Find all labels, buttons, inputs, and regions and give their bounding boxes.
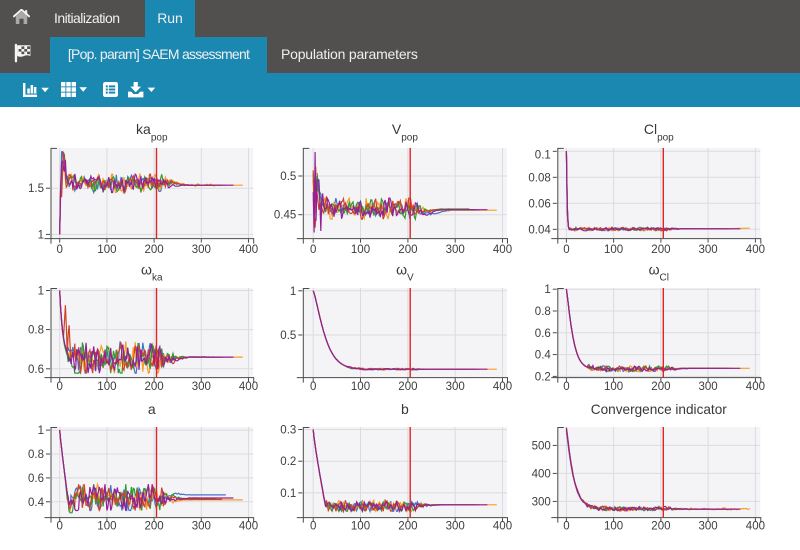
svg-text:400: 400 bbox=[493, 381, 512, 393]
svg-text:200: 200 bbox=[398, 244, 417, 256]
svg-text:0.06: 0.06 bbox=[528, 198, 550, 210]
svg-text:200: 200 bbox=[398, 521, 417, 533]
svg-text:0.8: 0.8 bbox=[28, 325, 44, 337]
svg-text:a: a bbox=[148, 401, 156, 417]
svg-text:400: 400 bbox=[239, 381, 258, 393]
svg-text:0.1: 0.1 bbox=[280, 488, 296, 500]
svg-text:0: 0 bbox=[310, 381, 316, 393]
svg-text:300: 300 bbox=[532, 496, 551, 508]
svg-text:0: 0 bbox=[310, 244, 316, 256]
svg-text:1: 1 bbox=[38, 229, 44, 241]
svg-text:400: 400 bbox=[746, 244, 765, 256]
svg-text:ωCl: ωCl bbox=[649, 261, 669, 283]
svg-text:0: 0 bbox=[310, 521, 316, 533]
svg-text:Clpop: Clpop bbox=[644, 121, 674, 143]
svg-text:100: 100 bbox=[97, 381, 116, 393]
svg-text:1: 1 bbox=[38, 286, 44, 298]
svg-text:400: 400 bbox=[746, 521, 765, 533]
svg-text:0: 0 bbox=[56, 521, 62, 533]
svg-text:1.5: 1.5 bbox=[28, 183, 44, 195]
svg-text:400: 400 bbox=[239, 521, 258, 533]
svg-text:0.3: 0.3 bbox=[280, 425, 296, 437]
svg-text:0.6: 0.6 bbox=[535, 328, 551, 340]
svg-text:0.6: 0.6 bbox=[28, 473, 44, 485]
svg-text:0: 0 bbox=[563, 521, 569, 533]
svg-text:200: 200 bbox=[145, 244, 164, 256]
svg-text:0.2: 0.2 bbox=[280, 456, 296, 468]
svg-text:0: 0 bbox=[56, 244, 62, 256]
svg-text:300: 300 bbox=[699, 521, 718, 533]
svg-text:300: 300 bbox=[192, 244, 211, 256]
svg-text:0.08: 0.08 bbox=[528, 172, 550, 184]
svg-text:100: 100 bbox=[97, 521, 116, 533]
svg-text:1: 1 bbox=[544, 284, 550, 296]
svg-text:0.8: 0.8 bbox=[535, 306, 551, 318]
svg-text:0.1: 0.1 bbox=[535, 149, 551, 161]
svg-text:300: 300 bbox=[699, 381, 718, 393]
svg-text:400: 400 bbox=[532, 468, 551, 480]
svg-text:200: 200 bbox=[651, 244, 670, 256]
svg-text:100: 100 bbox=[351, 381, 370, 393]
svg-text:300: 300 bbox=[446, 381, 465, 393]
svg-text:200: 200 bbox=[145, 381, 164, 393]
svg-text:400: 400 bbox=[493, 244, 512, 256]
svg-text:kapop: kapop bbox=[136, 121, 168, 143]
svg-text:1: 1 bbox=[290, 286, 296, 298]
svg-text:ωV: ωV bbox=[396, 261, 414, 283]
svg-text:100: 100 bbox=[351, 521, 370, 533]
svg-text:400: 400 bbox=[493, 521, 512, 533]
svg-text:200: 200 bbox=[145, 521, 164, 533]
svg-text:b: b bbox=[401, 401, 409, 417]
svg-text:0: 0 bbox=[563, 244, 569, 256]
svg-text:400: 400 bbox=[746, 381, 765, 393]
svg-text:100: 100 bbox=[351, 244, 370, 256]
svg-text:0.45: 0.45 bbox=[274, 210, 296, 222]
svg-text:500: 500 bbox=[532, 440, 551, 452]
svg-text:300: 300 bbox=[446, 244, 465, 256]
svg-text:0: 0 bbox=[56, 381, 62, 393]
svg-text:300: 300 bbox=[446, 521, 465, 533]
svg-text:0.4: 0.4 bbox=[28, 497, 45, 509]
svg-text:200: 200 bbox=[398, 381, 417, 393]
svg-text:1: 1 bbox=[38, 425, 44, 437]
svg-text:0: 0 bbox=[563, 381, 569, 393]
svg-text:300: 300 bbox=[192, 381, 211, 393]
svg-text:0.4: 0.4 bbox=[535, 350, 552, 362]
svg-text:0.6: 0.6 bbox=[28, 364, 44, 376]
svg-text:200: 200 bbox=[651, 521, 670, 533]
svg-text:100: 100 bbox=[604, 521, 623, 533]
svg-text:Vpop: Vpop bbox=[392, 121, 418, 143]
svg-text:300: 300 bbox=[192, 521, 211, 533]
svg-text:0.5: 0.5 bbox=[280, 330, 296, 342]
svg-text:100: 100 bbox=[604, 381, 623, 393]
svg-text:100: 100 bbox=[97, 244, 116, 256]
svg-text:0.04: 0.04 bbox=[528, 224, 551, 236]
svg-text:0.8: 0.8 bbox=[28, 449, 44, 461]
svg-text:ωka: ωka bbox=[141, 261, 163, 283]
svg-text:0.2: 0.2 bbox=[535, 371, 551, 383]
svg-text:400: 400 bbox=[239, 244, 258, 256]
svg-text:200: 200 bbox=[651, 381, 670, 393]
svg-text:300: 300 bbox=[699, 244, 718, 256]
svg-text:0.5: 0.5 bbox=[280, 171, 296, 183]
svg-text:100: 100 bbox=[604, 244, 623, 256]
svg-text:Convergence indicator: Convergence indicator bbox=[591, 402, 727, 417]
